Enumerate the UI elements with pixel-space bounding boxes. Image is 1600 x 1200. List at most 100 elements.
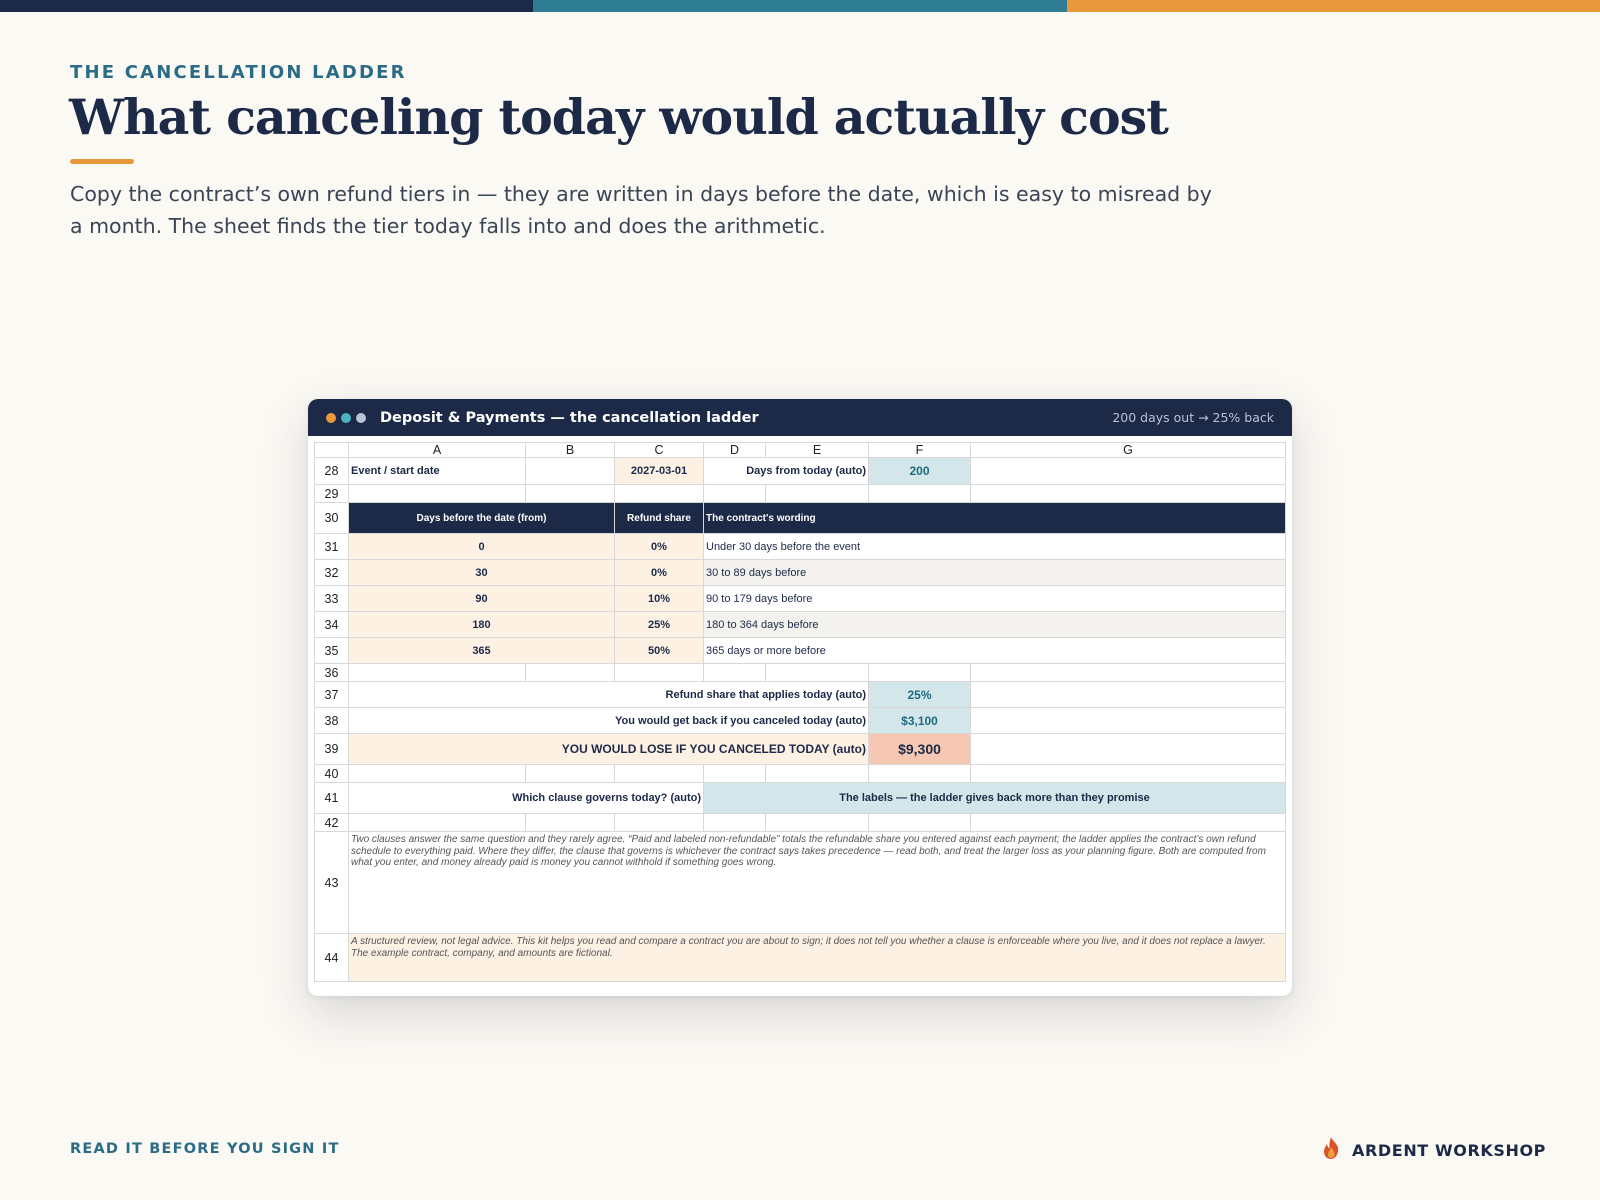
- cell-d42[interactable]: [704, 814, 766, 832]
- cell-a42[interactable]: [349, 814, 526, 832]
- row-number-33[interactable]: 33: [314, 586, 349, 612]
- flame-icon: [1320, 1136, 1342, 1165]
- row-number-38[interactable]: 38: [314, 708, 349, 734]
- row-number-39[interactable]: 39: [314, 734, 349, 765]
- cell-a36[interactable]: [349, 664, 526, 682]
- clause-label[interactable]: Which clause governs today? (auto): [349, 783, 704, 814]
- cell-b36[interactable]: [526, 664, 615, 682]
- cell-g42[interactable]: [971, 814, 1286, 832]
- lose-label[interactable]: YOU WOULD LOSE IF YOU CANCELED TODAY (au…: [349, 734, 869, 765]
- lose-value[interactable]: $9,300: [869, 734, 971, 765]
- cell-g40[interactable]: [971, 765, 1286, 783]
- footer-brand-name: ARDENT WORKSHOP: [1352, 1141, 1546, 1160]
- cell-e36[interactable]: [766, 664, 869, 682]
- row-number-29[interactable]: 29: [314, 485, 349, 503]
- row-number-41[interactable]: 41: [314, 783, 349, 814]
- window-status: 200 days out → 25% back: [1112, 410, 1274, 425]
- cell-e42[interactable]: [766, 814, 869, 832]
- cell-c29[interactable]: [615, 485, 704, 503]
- get-back-value[interactable]: $3,100: [869, 708, 971, 734]
- corner-cell: [314, 442, 349, 458]
- row-number-30[interactable]: 30: [314, 503, 349, 534]
- tier-days[interactable]: 180: [349, 612, 615, 638]
- tier-share[interactable]: 0%: [615, 560, 704, 586]
- tier-share[interactable]: 10%: [615, 586, 704, 612]
- cell-d29[interactable]: [704, 485, 766, 503]
- cell-c42[interactable]: [615, 814, 704, 832]
- cell-b40[interactable]: [526, 765, 615, 783]
- row-number-31[interactable]: 31: [314, 534, 349, 560]
- refund-share-value[interactable]: 25%: [869, 682, 971, 708]
- row-number-44[interactable]: 44: [314, 934, 349, 982]
- cell-d40[interactable]: [704, 765, 766, 783]
- cell-g28[interactable]: [971, 458, 1286, 485]
- row-number-36[interactable]: 36: [314, 664, 349, 682]
- tier-days[interactable]: 365: [349, 638, 615, 664]
- cell-e40[interactable]: [766, 765, 869, 783]
- tier-days[interactable]: 90: [349, 586, 615, 612]
- refund-share-label[interactable]: Refund share that applies today (auto): [349, 682, 869, 708]
- cell-f29[interactable]: [869, 485, 971, 503]
- event-date-value[interactable]: 2027-03-01: [615, 458, 704, 485]
- row-number-42[interactable]: 42: [314, 814, 349, 832]
- accent-segment-teal: [533, 0, 1067, 12]
- cell-d36[interactable]: [704, 664, 766, 682]
- cell-c40[interactable]: [615, 765, 704, 783]
- footer-brand-lockup: ARDENT WORKSHOP: [1320, 1136, 1546, 1165]
- spreadsheet-grid: A B C D E F G 28 Event / start date 2027…: [314, 442, 1286, 989]
- accent-segment-navy: [0, 0, 534, 12]
- event-date-label[interactable]: Event / start date: [349, 458, 526, 485]
- clauses-note[interactable]: Two clauses answer the same question and…: [349, 832, 1286, 934]
- cell-b29[interactable]: [526, 485, 615, 503]
- window-dot-gray[interactable]: [356, 412, 366, 423]
- cell-g29[interactable]: [971, 485, 1286, 503]
- tier-wording[interactable]: 30 to 89 days before: [704, 560, 1286, 586]
- cell-e29[interactable]: [766, 485, 869, 503]
- row-number-32[interactable]: 32: [314, 560, 349, 586]
- tier-share[interactable]: 50%: [615, 638, 704, 664]
- row-number-28[interactable]: 28: [314, 458, 349, 485]
- cell-c36[interactable]: [615, 664, 704, 682]
- column-header-b[interactable]: B: [526, 442, 615, 458]
- row-number-43[interactable]: 43: [314, 832, 349, 934]
- header-days-before[interactable]: Days before the date (from): [349, 503, 615, 534]
- cell-f40[interactable]: [869, 765, 971, 783]
- clause-value[interactable]: The labels — the ladder gives back more …: [704, 783, 1286, 814]
- column-header-a[interactable]: A: [349, 442, 526, 458]
- tier-share[interactable]: 0%: [615, 534, 704, 560]
- days-from-today-value[interactable]: 200: [869, 458, 971, 485]
- column-header-d[interactable]: D: [704, 442, 766, 458]
- cell-a29[interactable]: [349, 485, 526, 503]
- tier-share[interactable]: 25%: [615, 612, 704, 638]
- row-number-37[interactable]: 37: [314, 682, 349, 708]
- header-refund-share[interactable]: Refund share: [615, 503, 704, 534]
- cell-g39[interactable]: [971, 734, 1286, 765]
- cell-f36[interactable]: [869, 664, 971, 682]
- cell-a40[interactable]: [349, 765, 526, 783]
- cell-b42[interactable]: [526, 814, 615, 832]
- row-number-40[interactable]: 40: [314, 765, 349, 783]
- cell-g36[interactable]: [971, 664, 1286, 682]
- row-number-35[interactable]: 35: [314, 638, 349, 664]
- row-number-34[interactable]: 34: [314, 612, 349, 638]
- window-dot-orange[interactable]: [326, 412, 336, 423]
- column-header-c[interactable]: C: [615, 442, 704, 458]
- tier-wording[interactable]: 90 to 179 days before: [704, 586, 1286, 612]
- cell-f42[interactable]: [869, 814, 971, 832]
- column-header-e[interactable]: E: [766, 442, 869, 458]
- tier-wording[interactable]: 180 to 364 days before: [704, 612, 1286, 638]
- cell-b28[interactable]: [526, 458, 615, 485]
- days-from-today-label[interactable]: Days from today (auto): [704, 458, 869, 485]
- tier-wording[interactable]: 365 days or more before: [704, 638, 1286, 664]
- window-dot-teal[interactable]: [341, 412, 351, 423]
- tier-days[interactable]: 30: [349, 560, 615, 586]
- disclaimer-note[interactable]: A structured review, not legal advice. T…: [349, 934, 1286, 982]
- get-back-label[interactable]: You would get back if you canceled today…: [349, 708, 869, 734]
- cell-g37[interactable]: [971, 682, 1286, 708]
- header-contract-wording[interactable]: The contract's wording: [704, 503, 1286, 534]
- cell-g38[interactable]: [971, 708, 1286, 734]
- column-header-g[interactable]: G: [971, 442, 1286, 458]
- tier-wording[interactable]: Under 30 days before the event: [704, 534, 1286, 560]
- tier-days[interactable]: 0: [349, 534, 615, 560]
- column-header-f[interactable]: F: [869, 442, 971, 458]
